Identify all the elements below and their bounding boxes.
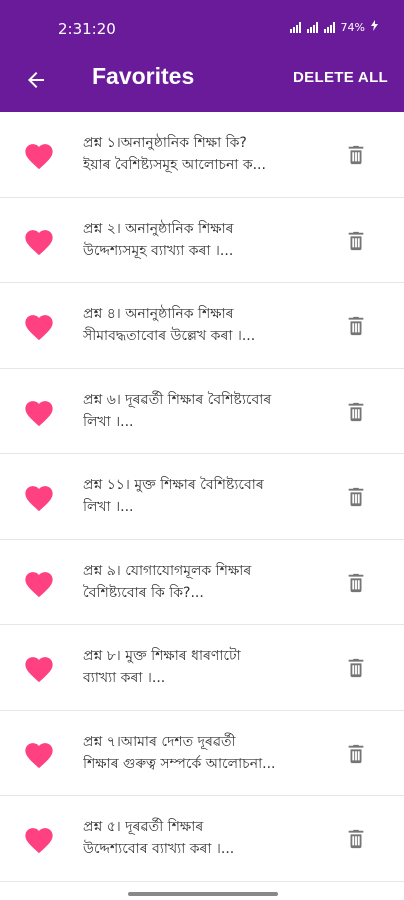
trash-icon[interactable] — [345, 142, 367, 168]
favorite-item[interactable]: প্ৰশ্ন ৬। দূৰৱৰ্তী শিক্ষাৰ বৈশিষ্ট্যবোৰ … — [0, 369, 404, 454]
heart-icon[interactable] — [22, 739, 56, 769]
trash-icon[interactable] — [345, 228, 367, 254]
favorite-question-text[interactable]: প্ৰশ্ন ৯। যোগাযোগমূলক শিক্ষাৰ বৈশিষ্ট্যব… — [83, 560, 333, 604]
trash-icon[interactable] — [345, 484, 367, 510]
question-line-1: প্ৰশ্ন ৫। দূৰৱৰ্তী শিক্ষাৰ — [83, 819, 204, 835]
question-line-1: প্ৰশ্ন ৪। অনানুষ্ঠানিক শিক্ষাৰ — [83, 306, 234, 322]
favorite-question-text[interactable]: প্ৰশ্ন ৫। দূৰৱৰ্তী শিক্ষাৰ উদ্দেশ্যবোৰ ব… — [83, 816, 333, 860]
favorite-question-text[interactable]: প্ৰশ্ন ৮। মুক্ত শিক্ষাৰ ধাৰণাটো ব্যাখ্যা… — [83, 645, 333, 689]
question-line-1: প্ৰশ্ন ২। অনানুষ্ঠানিক শিক্ষাৰ — [83, 220, 234, 237]
trash-icon[interactable] — [345, 741, 367, 767]
heart-icon[interactable] — [22, 824, 56, 854]
heart-icon[interactable] — [22, 226, 56, 256]
question-line-2: উদ্দেশ্যবোৰ ব্যাখ্যা কৰা ।... — [83, 841, 235, 857]
question-line-2: শিক্ষাৰ গুৰুত্ব সম্পৰ্কে আলোচনা... — [83, 755, 276, 772]
favorites-list: প্ৰশ্ন ১।অনানুষ্ঠানিক শিক্ষা কি? ইয়াৰ ব… — [0, 112, 404, 882]
page-title: Favorites — [92, 63, 195, 89]
question-line-2: উদ্দেশ্যসমূহ ব্যাখ্যা কৰা ।... — [83, 242, 234, 259]
trash-icon[interactable] — [345, 570, 367, 596]
question-line-2: ব্যাখ্যা কৰা ।... — [83, 670, 166, 686]
question-line-2: ইয়াৰ বৈশিষ্ট্যসমূহ আলোচনা ক... — [83, 157, 266, 173]
trash-icon[interactable] — [345, 655, 367, 681]
status-bar: 2:31:20 74% — [0, 0, 404, 52]
signal-icon — [306, 21, 318, 33]
favorite-item[interactable]: প্ৰশ্ন ২। অনানুষ্ঠানিক শিক্ষাৰ উদ্দেশ্যস… — [0, 198, 404, 283]
heart-icon[interactable] — [22, 653, 56, 683]
heart-icon[interactable] — [22, 568, 56, 598]
favorite-question-text[interactable]: প্ৰশ্ন ৭।আমাৰ দেশত দূৰৱৰ্তী শিক্ষাৰ গুৰু… — [83, 731, 333, 775]
question-line-1: প্ৰশ্ন ১।অনানুষ্ঠানিক শিক্ষা কি? — [83, 135, 247, 151]
favorite-item[interactable]: প্ৰশ্ন ১১। মুক্ত শিক্ষাৰ বৈশিষ্ট্যবোৰ লি… — [0, 454, 404, 540]
status-time: 2:31:20 — [58, 20, 116, 38]
favorite-question-text[interactable]: প্ৰশ্ন ১১। মুক্ত শিক্ষাৰ বৈশিষ্ট্যবোৰ লি… — [83, 474, 333, 518]
question-line-1: প্ৰশ্ন ১১। মুক্ত শিক্ষাৰ বৈশিষ্ট্যবোৰ — [83, 477, 264, 493]
heart-icon[interactable] — [22, 397, 56, 427]
battery-level: 74% — [340, 20, 365, 34]
app-bar: Favorites DELETE ALL — [0, 52, 404, 112]
trash-icon[interactable] — [345, 399, 367, 425]
question-line-2: বৈশিষ্ট্যবোৰ কি কি?... — [83, 584, 204, 601]
signal-icon — [289, 21, 301, 33]
trash-icon[interactable] — [345, 313, 367, 339]
question-line-1: প্ৰশ্ন ৯। যোগাযোগমূলক শিক্ষাৰ — [83, 562, 252, 579]
favorite-question-text[interactable]: প্ৰশ্ন ৪। অনানুষ্ঠানিক শিক্ষাৰ সীমাবদ্ধত… — [83, 303, 333, 347]
question-line-2: লিখা ।... — [83, 499, 134, 515]
app-screen: 2:31:20 74% Favorites DELETE ALL প্ৰশ্ন … — [0, 0, 404, 900]
favorite-item[interactable]: প্ৰশ্ন ৯। যোগাযোগমূলক শিক্ষাৰ বৈশিষ্ট্যব… — [0, 540, 404, 625]
favorite-item[interactable]: প্ৰশ্ন ৮। মুক্ত শিক্ষাৰ ধাৰণাটো ব্যাখ্যা… — [0, 625, 404, 711]
back-button[interactable] — [20, 64, 52, 96]
favorite-item[interactable]: প্ৰশ্ন ৪। অনানুষ্ঠানিক শিক্ষাৰ সীমাবদ্ধত… — [0, 283, 404, 369]
arrow-back-icon — [28, 72, 44, 88]
charging-icon — [371, 20, 378, 34]
favorite-item[interactable]: প্ৰশ্ন ৫। দূৰৱৰ্তী শিক্ষাৰ উদ্দেশ্যবোৰ ব… — [0, 796, 404, 882]
favorite-question-text[interactable]: প্ৰশ্ন ১।অনানুষ্ঠানিক শিক্ষা কি? ইয়াৰ ব… — [83, 132, 333, 176]
favorite-question-text[interactable]: প্ৰশ্ন ২। অনানুষ্ঠানিক শিক্ষাৰ উদ্দেশ্যস… — [83, 218, 333, 262]
heart-icon[interactable] — [22, 311, 56, 341]
heart-icon[interactable] — [22, 482, 56, 512]
heart-icon[interactable] — [22, 140, 56, 170]
favorite-item[interactable]: প্ৰশ্ন ৭।আমাৰ দেশত দূৰৱৰ্তী শিক্ষাৰ গুৰু… — [0, 711, 404, 796]
trash-icon[interactable] — [345, 826, 367, 852]
home-indicator[interactable] — [128, 892, 278, 896]
question-line-1: প্ৰশ্ন ৭।আমাৰ দেশত দূৰৱৰ্তী — [83, 733, 236, 750]
favorite-question-text[interactable]: প্ৰশ্ন ৬। দূৰৱৰ্তী শিক্ষাৰ বৈশিষ্ট্যবোৰ … — [83, 389, 333, 433]
question-line-1: প্ৰশ্ন ৮। মুক্ত শিক্ষাৰ ধাৰণাটো — [83, 648, 241, 664]
delete-all-button[interactable]: DELETE ALL — [293, 69, 388, 86]
question-line-1: প্ৰশ্ন ৬। দূৰৱৰ্তী শিক্ষাৰ বৈশিষ্ট্যবোৰ — [83, 391, 272, 408]
header-background: 2:31:20 74% Favorites DELETE ALL — [0, 0, 404, 112]
question-line-2: সীমাবদ্ধতাবোৰ উল্লেখ কৰা ।... — [83, 328, 256, 344]
favorite-item[interactable]: প্ৰশ্ন ১।অনানুষ্ঠানিক শিক্ষা কি? ইয়াৰ ব… — [0, 112, 404, 198]
status-icons: 74% — [289, 20, 378, 34]
signal-icon — [323, 21, 335, 33]
question-line-2: লিখা ।... — [83, 413, 134, 430]
